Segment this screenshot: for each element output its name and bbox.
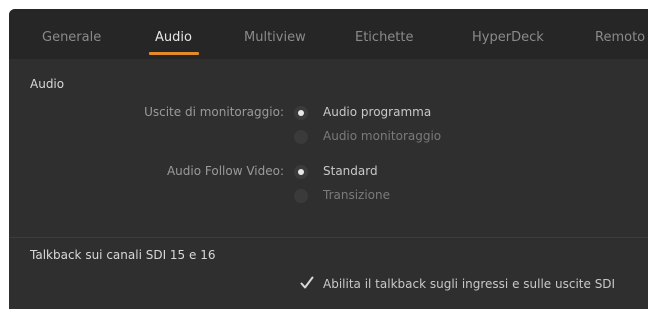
radio-audio-programma[interactable] — [294, 106, 308, 120]
section-divider — [9, 237, 648, 238]
talkback-checkbox[interactable] — [299, 275, 315, 291]
tab-hyperdeck[interactable]: HyperDeck — [472, 30, 544, 45]
standard-label: Standard — [323, 164, 378, 178]
active-tab-indicator — [149, 52, 199, 55]
talkback-section-title: Talkback sui canali SDI 15 e 16 — [30, 248, 216, 262]
audio-monitoraggio-label: Audio monitoraggio — [323, 129, 442, 143]
tab-etichette[interactable]: Etichette — [355, 30, 414, 45]
radio-standard[interactable] — [294, 165, 308, 179]
monitor-outputs-label: Uscite di monitoraggio: — [144, 105, 284, 119]
audio-programma-label: Audio programma — [323, 105, 432, 119]
audio-section-title: Audio — [30, 77, 65, 91]
tab-multiview[interactable]: Multiview — [244, 30, 306, 45]
audio-follow-video-label: Audio Follow Video: — [166, 164, 284, 178]
tab-remoto[interactable]: Remoto — [595, 30, 645, 45]
tab-audio[interactable]: Audio — [155, 30, 192, 45]
settings-panel: Generale Audio Multiview Etichette Hyper… — [9, 9, 648, 309]
radio-audio-monitoraggio[interactable] — [294, 130, 308, 144]
talkback-checkbox-label: Abilita il talkback sugli ingressi e sul… — [323, 277, 616, 291]
transizione-label: Transizione — [323, 188, 391, 202]
tab-bar: Generale Audio Multiview Etichette Hyper… — [9, 9, 648, 59]
checkmark-icon — [299, 275, 315, 291]
radio-transizione[interactable] — [294, 189, 308, 203]
tab-generale[interactable]: Generale — [42, 30, 101, 45]
